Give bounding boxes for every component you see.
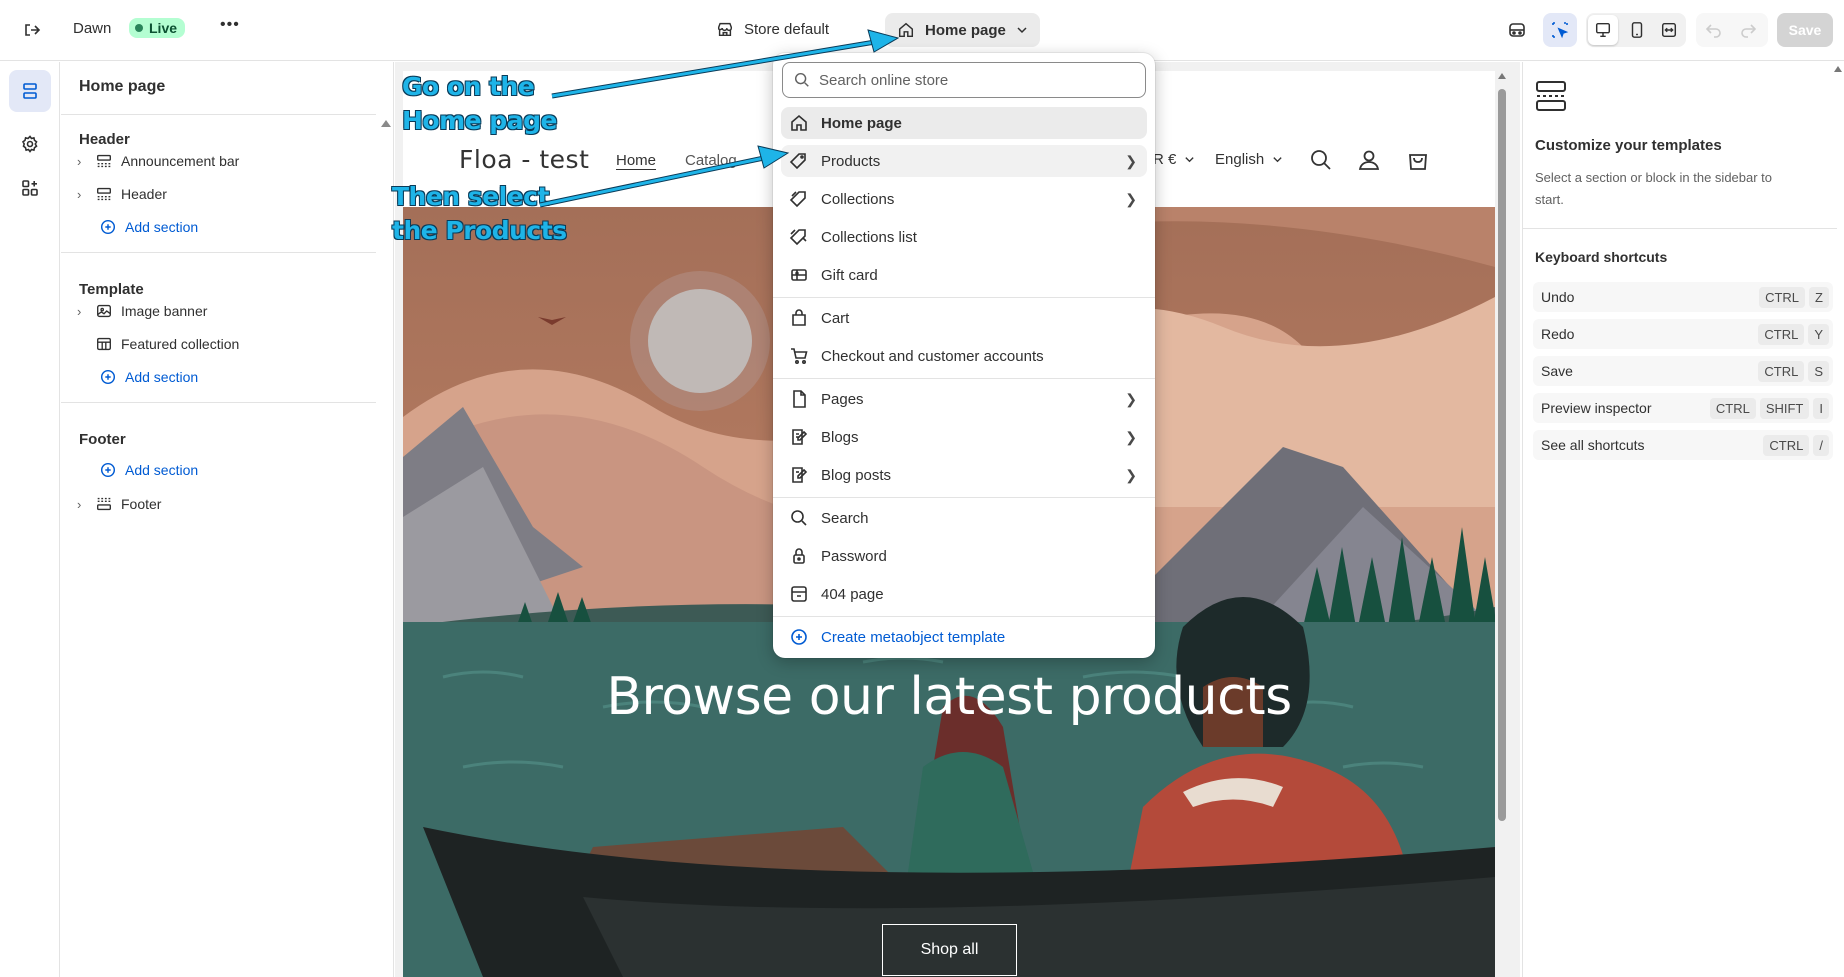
arrow-to-home-page [551, 29, 900, 99]
annotation-arrows [539, 29, 900, 208]
arrow-to-products [539, 145, 790, 208]
